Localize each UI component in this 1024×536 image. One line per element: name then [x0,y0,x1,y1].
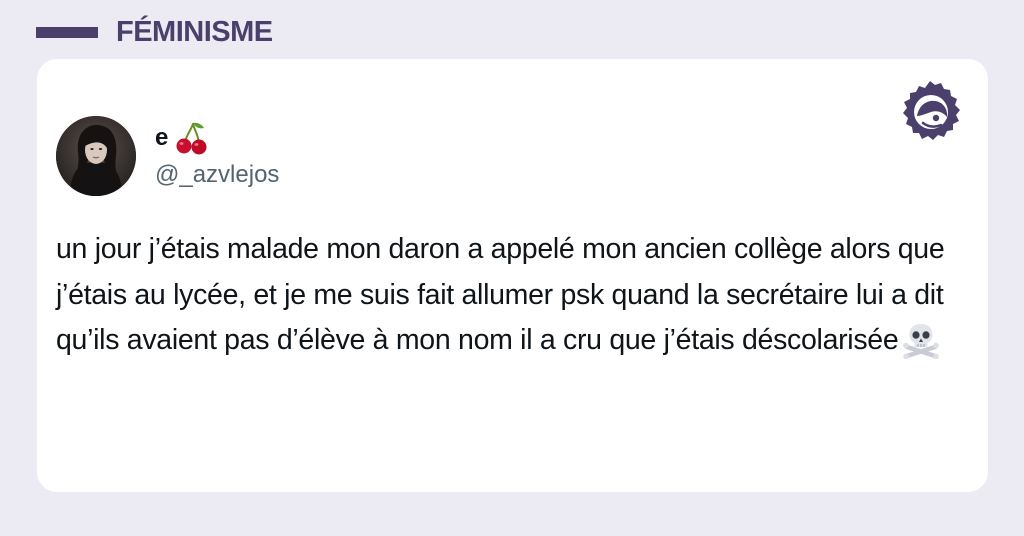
username[interactable]: e [155,124,168,152]
category-header: FÉMINISME [36,14,273,50]
tweet-text-content: un jour j’étais malade mon daron a appel… [56,233,945,356]
cherries-emoji-icon [176,122,207,155]
user-handle[interactable]: @_azvlejos [155,161,279,189]
tweet-card: e @_azvlejos un jour j’étais malade mon … [37,59,988,492]
avatar-image [56,116,136,196]
tweet-text: un jour j’étais malade mon daron a appel… [56,227,976,364]
category-bar [36,26,98,38]
category-label[interactable]: FÉMINISME [116,16,273,49]
avatar[interactable] [56,116,136,196]
skull-and-crossbones-icon [903,324,940,359]
brand-logo-icon[interactable] [897,79,963,145]
username-row[interactable]: e [155,119,210,157]
